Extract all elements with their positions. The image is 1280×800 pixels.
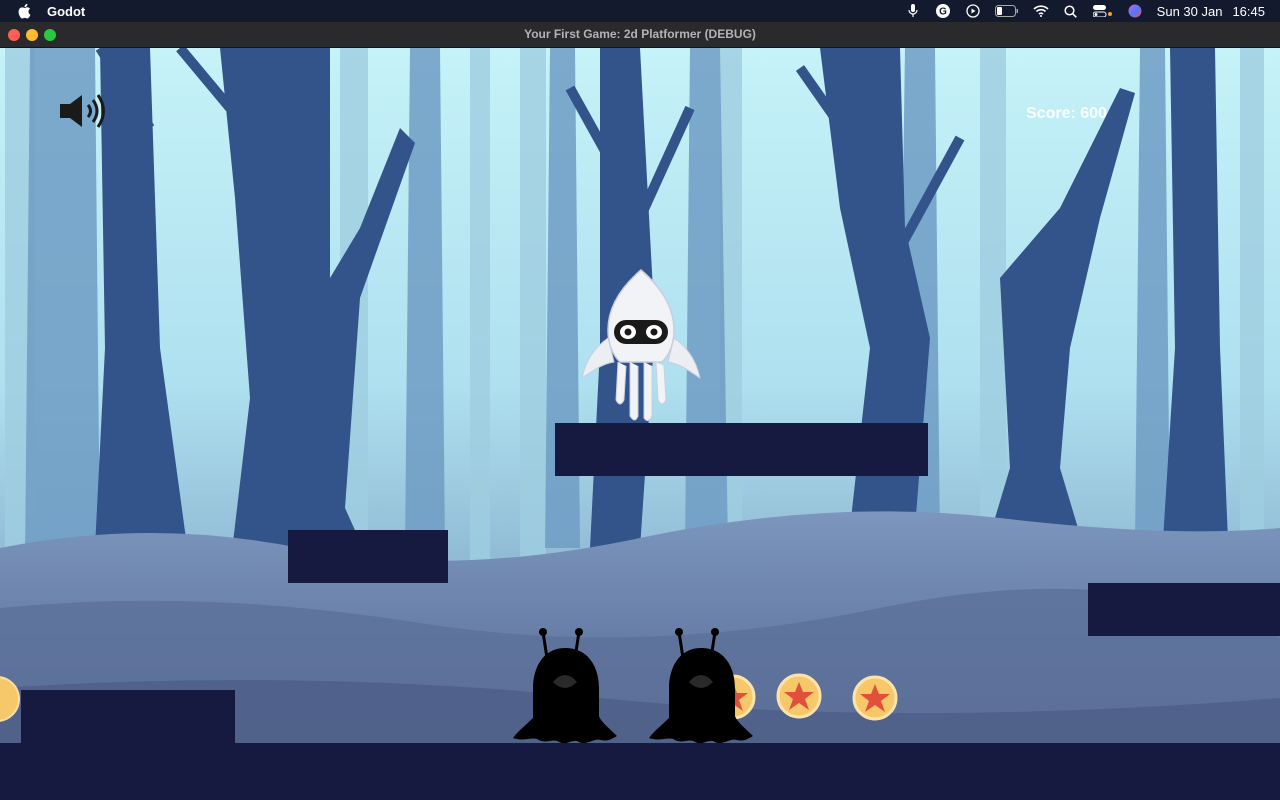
search-icon[interactable] bbox=[1063, 4, 1079, 18]
battery-icon[interactable] bbox=[994, 4, 1019, 18]
star-coin bbox=[852, 675, 898, 721]
play-icon[interactable] bbox=[965, 4, 981, 18]
app-menu-name[interactable]: Godot bbox=[47, 4, 85, 19]
player-character bbox=[581, 269, 701, 422]
grammarly-icon[interactable]: G bbox=[935, 4, 951, 18]
siri-icon[interactable] bbox=[1127, 4, 1143, 18]
control-center-icon[interactable] bbox=[1092, 4, 1113, 18]
window-title-bar: Your First Game: 2d Platformer (DEBUG) bbox=[0, 22, 1280, 48]
window-title: Your First Game: 2d Platformer (DEBUG) bbox=[524, 27, 756, 41]
platform-left-middle bbox=[288, 530, 448, 583]
apple-icon[interactable] bbox=[17, 3, 31, 19]
menubar-date[interactable]: Sun 30 Jan bbox=[1157, 4, 1223, 19]
game-viewport[interactable]: Score: 600 bbox=[0, 48, 1280, 800]
slime-enemy bbox=[513, 628, 617, 744]
platform-right bbox=[1088, 583, 1280, 636]
star-coin bbox=[0, 676, 20, 722]
slime-enemy bbox=[649, 628, 753, 744]
svg-text:G: G bbox=[939, 7, 947, 18]
microphone-icon[interactable] bbox=[905, 4, 921, 18]
star-coin bbox=[776, 673, 822, 719]
sound-toggle-button[interactable] bbox=[58, 93, 110, 129]
menu-bar: Godot G Sun 30 Jan 16:45 bbox=[0, 0, 1280, 22]
platform-top-center bbox=[555, 423, 928, 476]
ground-floor bbox=[0, 743, 1280, 800]
score-label: Score: 600 bbox=[1026, 105, 1107, 122]
wifi-icon[interactable] bbox=[1033, 4, 1049, 18]
menubar-time[interactable]: 16:45 bbox=[1232, 4, 1265, 19]
platform-left-low bbox=[21, 690, 235, 745]
speaker-on-icon bbox=[60, 94, 105, 128]
